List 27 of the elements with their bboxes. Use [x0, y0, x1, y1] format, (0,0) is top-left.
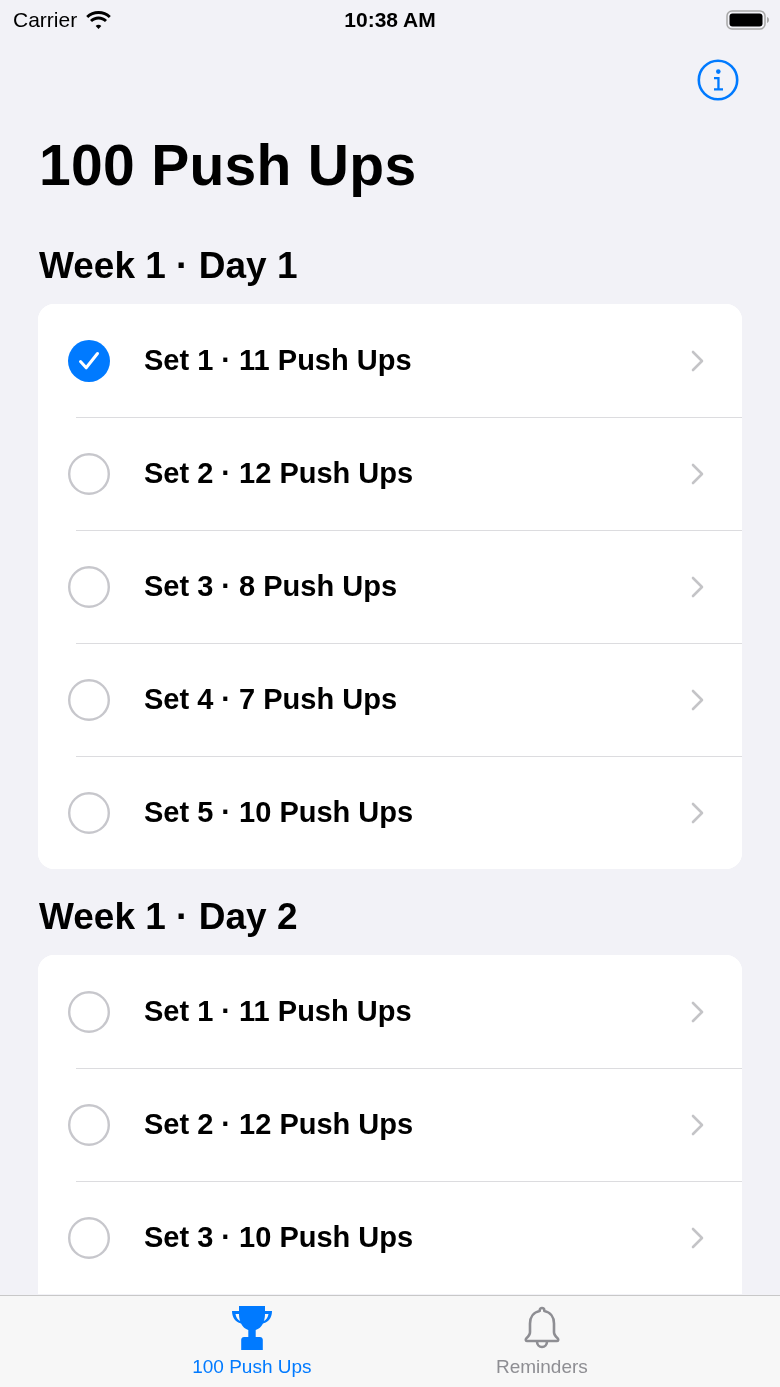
empty-circle-icon[interactable]: [68, 565, 110, 608]
empty-circle-icon[interactable]: [68, 452, 110, 495]
trophy-icon: [229, 1304, 274, 1352]
chevron-right-icon: [691, 1226, 704, 1249]
empty-circle-icon[interactable]: [68, 1216, 110, 1259]
chevron-right-icon: [691, 1000, 704, 1023]
empty-circle-icon[interactable]: [68, 1103, 110, 1146]
chevron-right-icon: [691, 462, 704, 485]
status-time: 10:38 AM: [344, 8, 436, 32]
tab-item[interactable]: 100 Push Ups: [192, 1296, 312, 1380]
battery-icon: [726, 9, 770, 31]
checked-circle-icon[interactable]: [68, 339, 110, 382]
wifi-icon: [85, 10, 113, 30]
section-header: Week 1 · Day 1: [39, 244, 299, 288]
section-header: Week 1 · Day 2: [39, 895, 299, 939]
info-icon: [697, 59, 739, 101]
chevron-right-icon: [691, 1113, 704, 1136]
chevron-right-icon: [691, 575, 704, 598]
empty-circle-icon[interactable]: [68, 791, 110, 834]
chevron-right-icon: [691, 801, 704, 824]
page-title: 100 Push Ups: [39, 132, 418, 199]
empty-circle-icon[interactable]: [68, 678, 110, 721]
chevron-right-icon: [691, 688, 704, 711]
empty-circle-icon[interactable]: [68, 990, 110, 1033]
info-button[interactable]: [697, 59, 739, 101]
chevron-right-icon: [691, 349, 704, 372]
carrier-label: Carrier: [13, 8, 78, 32]
